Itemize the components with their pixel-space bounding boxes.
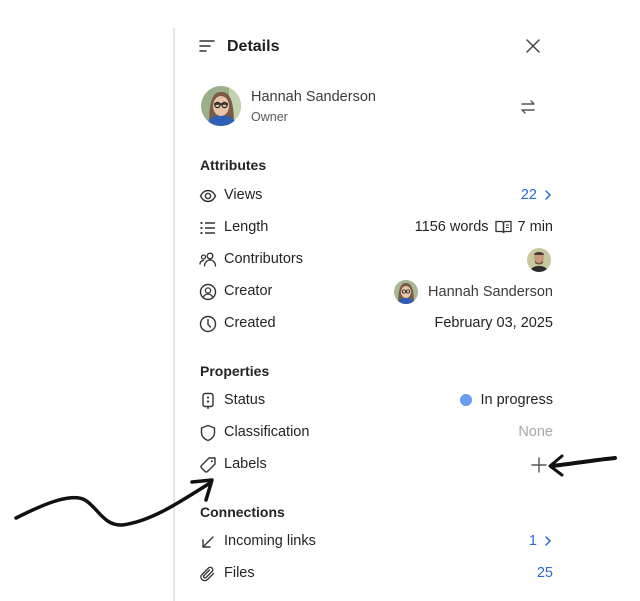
- owner-block: Hannah Sanderson Owner: [199, 86, 549, 128]
- eye-icon: [199, 189, 217, 203]
- incoming-links-label: Incoming links: [224, 533, 316, 549]
- person-circle-icon: [199, 283, 217, 301]
- paperclip-icon: [200, 566, 215, 582]
- classification-row: Classification None: [199, 421, 553, 445]
- incoming-links-value[interactable]: 1: [529, 533, 553, 549]
- status-value[interactable]: In progress: [460, 392, 553, 408]
- panel-title: Details: [227, 38, 280, 55]
- chevron-right-icon: [545, 190, 552, 200]
- views-label: Views: [224, 187, 263, 203]
- status-row: Status In progress: [199, 389, 553, 413]
- people-icon: [199, 252, 217, 267]
- creator-avatar: [394, 280, 419, 304]
- close-icon[interactable]: [525, 38, 541, 54]
- arrow-down-left-icon: [202, 536, 214, 548]
- views-row: Views 22: [199, 184, 553, 208]
- owner-role: Owner: [251, 110, 288, 124]
- creator-row: Creator Hannah Sanderson: [199, 280, 553, 304]
- labels-add[interactable]: [531, 457, 547, 473]
- contributor-avatar[interactable]: [527, 248, 551, 272]
- properties-heading: Properties: [200, 363, 270, 379]
- created-value: February 03, 2025: [434, 315, 554, 331]
- panel-header: Details: [199, 36, 549, 58]
- read-time: 7 min: [517, 219, 553, 235]
- views-value[interactable]: 22: [521, 187, 553, 203]
- details-panel: Details Hannah Sanderson Owner Attribute…: [173, 28, 575, 601]
- attributes-heading: Attributes: [200, 157, 267, 173]
- classification-label: Classification: [224, 424, 310, 440]
- created-label: Created: [224, 315, 276, 331]
- length-label: Length: [224, 219, 269, 235]
- book-icon: [494, 220, 512, 234]
- contributors-label: Contributors: [224, 251, 303, 267]
- swap-arrows-icon[interactable]: [519, 98, 537, 116]
- status-label: Status: [224, 392, 266, 408]
- status-text: In progress: [480, 392, 553, 408]
- word-count: 1156 words: [414, 219, 489, 235]
- creator-label: Creator: [224, 283, 273, 299]
- files-value[interactable]: 25: [537, 565, 553, 581]
- length-row: Length 1156 words 7 min: [199, 216, 553, 240]
- text-align-left-icon: [199, 40, 215, 52]
- classification-value[interactable]: None: [518, 424, 553, 440]
- length-value: 1156 words 7 min: [415, 219, 553, 235]
- tag-icon: [200, 457, 216, 473]
- views-count: 22: [520, 187, 537, 203]
- status-dot: [460, 394, 473, 406]
- plus-icon[interactable]: [531, 457, 547, 473]
- creator-name: Hannah Sanderson: [428, 284, 553, 300]
- creator-value[interactable]: Hannah Sanderson: [394, 280, 553, 304]
- clock-icon: [199, 315, 217, 333]
- list-icon: [200, 221, 215, 235]
- owner-name: Hannah Sanderson: [251, 89, 376, 105]
- shield-icon: [200, 424, 216, 442]
- status-icon: [202, 392, 214, 409]
- incoming-links-row: Incoming links 1: [199, 530, 553, 554]
- owner-avatar[interactable]: [201, 86, 241, 126]
- incoming-links-count: 1: [528, 533, 537, 549]
- created-row: Created February 03, 2025: [199, 312, 553, 336]
- contributors-row: Contributors: [199, 248, 553, 272]
- files-label: Files: [224, 565, 255, 581]
- chevron-right-icon: [545, 536, 552, 546]
- files-row: Files 25: [199, 562, 553, 586]
- contributors-value: [527, 248, 551, 272]
- connections-heading: Connections: [200, 504, 285, 520]
- labels-row: Labels: [199, 453, 553, 477]
- labels-label: Labels: [224, 456, 267, 472]
